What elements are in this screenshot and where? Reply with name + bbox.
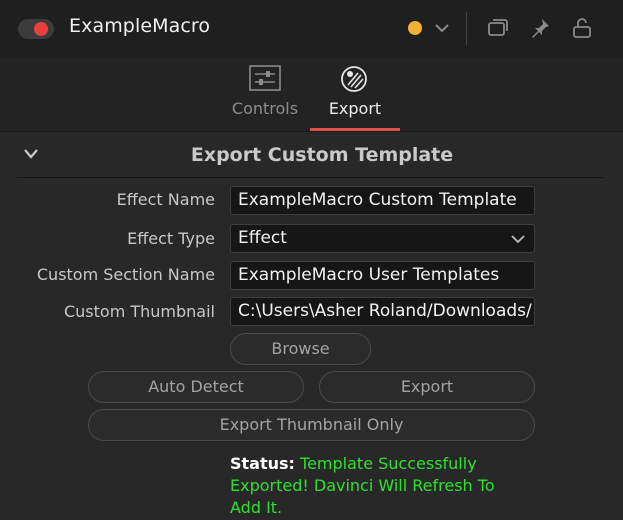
custom-thumbnail-label: Custom Thumbnail	[63, 302, 215, 321]
node-header: ExampleMacro	[0, 0, 623, 58]
custom-section-name-value: ExampleMacro User Templates	[238, 265, 500, 285]
pin-icon[interactable]	[528, 16, 552, 40]
chevron-down-icon[interactable]	[430, 16, 454, 40]
toggle-knob	[34, 22, 48, 36]
custom-thumbnail-input[interactable]: C:\Users\Asher Roland/Downloads/	[230, 297, 535, 326]
export-thumbnail-only-button[interactable]: Export Thumbnail Only	[88, 409, 535, 441]
effect-name-input[interactable]: ExampleMacro Custom Template	[230, 186, 535, 215]
browse-button[interactable]: Browse	[230, 333, 371, 365]
tab-label: Controls	[231, 99, 299, 118]
lock-icon[interactable]	[570, 16, 594, 40]
tab-label: Export	[328, 99, 382, 118]
effect-name-value: ExampleMacro Custom Template	[238, 190, 517, 210]
status-label: Status:	[230, 454, 295, 473]
inspector-tabs: Controls Export	[0, 57, 623, 132]
tab-export[interactable]: Export	[310, 57, 400, 131]
effect-type-dropdown[interactable]: Effect	[230, 224, 535, 253]
auto-detect-button[interactable]: Auto Detect	[88, 371, 304, 403]
app-window: ExampleMacro Controls Export Export Cust…	[0, 0, 623, 520]
node-enable-toggle[interactable]	[18, 19, 54, 39]
sliders-icon	[249, 65, 281, 91]
custom-section-name-label: Custom Section Name	[36, 265, 215, 284]
export-button[interactable]: Export	[319, 371, 535, 403]
chevron-down-icon	[511, 235, 525, 244]
window-icon[interactable]	[486, 16, 510, 40]
tab-controls[interactable]: Controls	[225, 57, 305, 131]
section-title: Export Custom Template	[190, 144, 454, 166]
custom-section-name-input[interactable]: ExampleMacro User Templates	[230, 261, 535, 290]
status-message: Status: Template Successfully Exported! …	[230, 453, 530, 519]
effect-name-label: Effect Name	[116, 190, 215, 209]
effect-type-value: Effect	[238, 228, 287, 248]
header-divider	[466, 12, 467, 45]
active-tab-indicator	[310, 128, 400, 131]
palette-icon	[341, 66, 367, 92]
custom-thumbnail-value: C:\Users\Asher Roland/Downloads/	[238, 301, 532, 321]
node-title: ExampleMacro	[69, 15, 211, 37]
section-header[interactable]: Export Custom Template	[17, 135, 603, 178]
effect-type-label: Effect Type	[127, 229, 215, 248]
color-dot-icon[interactable]	[408, 21, 422, 35]
